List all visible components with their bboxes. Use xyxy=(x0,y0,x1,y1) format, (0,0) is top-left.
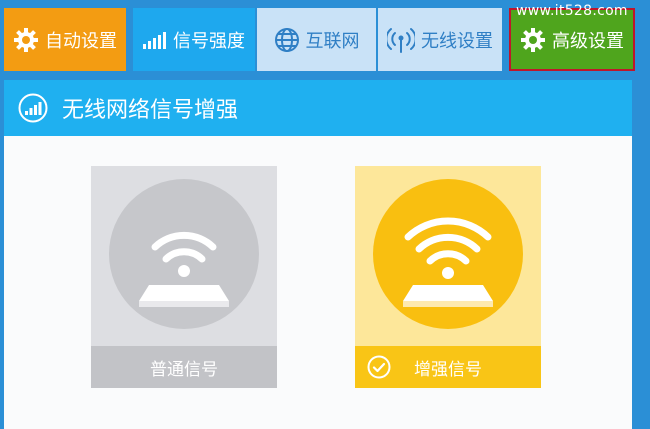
tab-wireless-label: 无线设置 xyxy=(421,30,493,52)
wifi-router-icon xyxy=(139,231,229,307)
tab-advanced-label: 高级设置 xyxy=(552,30,624,52)
tab-internet-label: 互联网 xyxy=(305,30,360,52)
mode-normal-signal[interactable]: 普通信号 xyxy=(91,166,277,388)
signal-bars-icon xyxy=(143,31,167,49)
mode-normal-label: 普通信号 xyxy=(150,359,218,380)
tab-signal-label: 信号强度 xyxy=(173,30,245,52)
tab-auto-settings[interactable]: 自动设置 xyxy=(4,8,126,71)
router-circle xyxy=(373,179,523,329)
content-panel: 普通信号 增强信号 xyxy=(4,136,632,429)
check-circle-icon xyxy=(367,355,391,384)
signal-strength-icon xyxy=(18,93,48,123)
mode-normal-footer: 普通信号 xyxy=(91,346,277,388)
tab-internet[interactable]: 互联网 xyxy=(257,8,376,71)
tab-signal-strength[interactable]: 信号强度 xyxy=(133,8,255,71)
router-circle xyxy=(109,179,259,329)
gear-icon xyxy=(13,27,39,53)
section-header: 无线网络信号增强 xyxy=(4,80,632,136)
mode-boost-label: 增强信号 xyxy=(414,359,482,380)
tab-wireless-settings[interactable]: 无线设置 xyxy=(378,8,502,71)
wifi-router-icon xyxy=(403,217,493,307)
watermark: www.it528.com xyxy=(516,3,628,19)
mode-boost-footer: 增强信号 xyxy=(355,346,541,388)
section-title: 无线网络信号增强 xyxy=(62,98,239,123)
tab-auto-label: 自动设置 xyxy=(45,30,117,52)
mode-boost-signal[interactable]: 增强信号 xyxy=(355,166,541,388)
gear-icon xyxy=(520,27,546,53)
globe-icon xyxy=(274,27,300,53)
top-nav: 自动设置 信号强度 互联网 无线设置 高级设置 www.it528.com xyxy=(0,0,650,75)
antenna-icon xyxy=(387,27,415,53)
